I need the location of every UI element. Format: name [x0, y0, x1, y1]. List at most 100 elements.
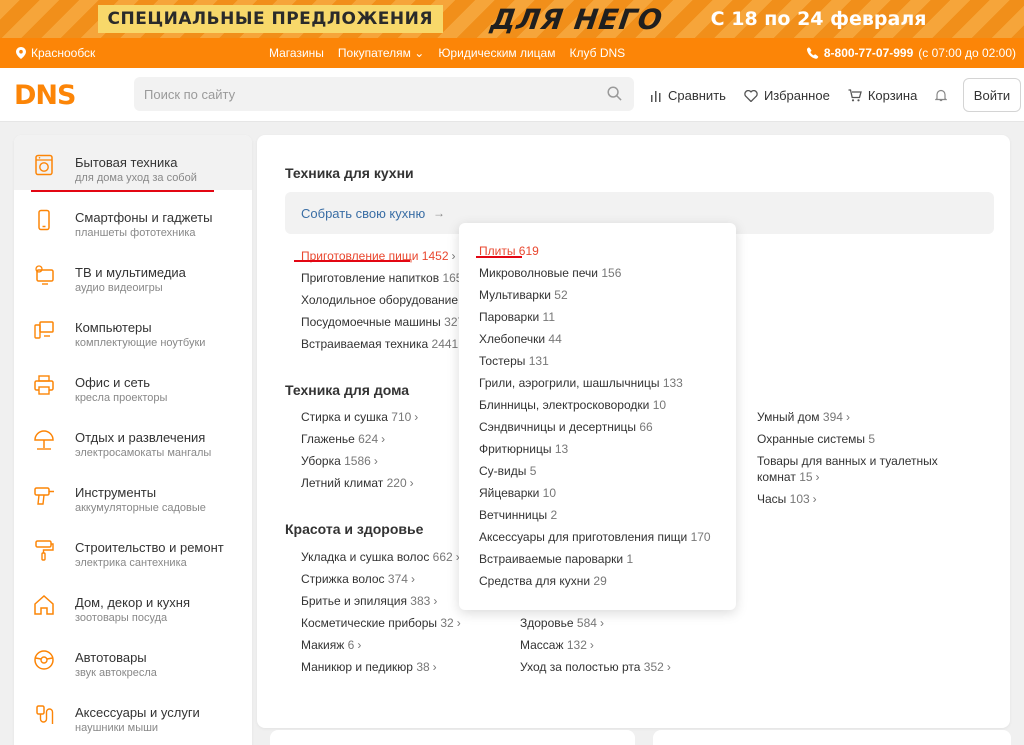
link-cosmetic[interactable]: Косметические приборы 32 › — [301, 616, 461, 630]
smartphone-icon — [38, 209, 50, 231]
sidebar-item-leisure[interactable]: Отдых и развлечения электросамокаты манг… — [14, 410, 252, 465]
sidebar-item-sub: комплектующие ноутбуки — [75, 337, 206, 349]
sidebar-item-smartphones[interactable]: Смартфоны и гаджеты планшеты фототехника — [14, 190, 252, 245]
category-sidebar: Бытовая техника для дома уход за собой С… — [14, 135, 252, 745]
link-watches[interactable]: Часы 103 › — [757, 492, 817, 506]
submenu-label: Средства для кухни — [479, 574, 591, 588]
link-smart-home[interactable]: Умный дом 394 › — [757, 410, 850, 424]
sidebar-item-computers[interactable]: Компьютеры комплектующие ноутбуки — [14, 300, 252, 355]
promo-banner[interactable]: СПЕЦИАЛЬНЫЕ ПРЕДЛОЖЕНИЯ ДЛЯ НЕГО С 18 по… — [0, 0, 1024, 38]
sidebar-item-sub: зоотовары посуда — [75, 612, 168, 624]
link-label: Бритье и эпиляция — [301, 594, 407, 608]
submenu-label: Блинницы, электросковородки — [479, 398, 650, 412]
submenu-item[interactable]: Пароварки 11 — [479, 310, 555, 324]
promo-center-text: ДЛЯ НЕГО — [488, 2, 665, 36]
submenu-count: 52 — [554, 288, 568, 302]
link-count: 220 — [386, 476, 407, 490]
compare-button[interactable]: Сравнить — [650, 88, 726, 103]
submenu-item[interactable]: Су-виды 5 — [479, 464, 536, 478]
link-label: комнат — [757, 470, 796, 484]
search-box — [134, 77, 634, 111]
sidebar-item-office[interactable]: Офис и сеть кресла проекторы — [14, 355, 252, 410]
link-shaving[interactable]: Бритье и эпиляция 383 › — [301, 594, 437, 608]
submenu-item[interactable]: Ветчинницы 2 — [479, 508, 557, 522]
build-kitchen-label: Собрать свою кухню — [301, 206, 426, 221]
city-selector[interactable]: Краснообск — [16, 46, 95, 60]
nav-club[interactable]: Клуб DNS — [569, 46, 625, 60]
link-builtin[interactable]: Встраиваемая техника 2441 — [301, 337, 458, 351]
house-icon — [34, 594, 54, 615]
link-hair-styling[interactable]: Укладка и сушка волос 662 › — [301, 550, 460, 564]
sidebar-item-appliances[interactable]: Бытовая техника для дома уход за собой — [14, 135, 252, 190]
sidebar-item-tv[interactable]: ТВ и мультимедиа аудио видеоигры — [14, 245, 252, 300]
sidebar-item-label: Офис и сеть — [75, 375, 151, 390]
submenu-item[interactable]: Грили, аэрогрили, шашлычницы 133 — [479, 376, 683, 390]
login-button[interactable]: Войти — [963, 78, 1021, 112]
link-cleaning[interactable]: Уборка 1586 › — [301, 454, 378, 468]
link-manicure[interactable]: Маникюр и педикюр 38 › — [301, 660, 437, 674]
link-haircut[interactable]: Стрижка волос 374 › — [301, 572, 415, 586]
phone-contact[interactable]: 8-800-77-07-999 (с 07:00 до 02:00) — [806, 46, 1016, 60]
link-label: Встраиваемая техника — [301, 337, 429, 351]
link-count: 6 — [347, 638, 355, 652]
notifications-button[interactable] — [935, 89, 948, 102]
submenu-item[interactable]: Средства для кухни 29 — [479, 574, 607, 588]
link-climate[interactable]: Летний климат 220 › — [301, 476, 414, 490]
submenu-count: 131 — [528, 354, 549, 368]
cart-label: Корзина — [867, 88, 918, 103]
link-bathroom-cont[interactable]: комнат 15 › — [757, 470, 820, 484]
sidebar-item-tools[interactable]: Инструменты аккумуляторные садовые — [14, 465, 252, 520]
submenu-item[interactable]: Хлебопечки 44 — [479, 332, 562, 346]
link-makeup[interactable]: Макияж 6 › — [301, 638, 361, 652]
nav-customers[interactable]: Покупателям ⌄ — [338, 46, 424, 60]
sidebar-item-accessories[interactable]: Аксессуары и услуги наушники мыши — [14, 685, 252, 740]
search-input[interactable] — [134, 77, 634, 111]
submenu-item[interactable]: Аксессуары для приготовления пищи 170 — [479, 530, 711, 544]
link-drinks[interactable]: Приготовление напитков 1653 — [301, 271, 469, 285]
link-label: Холодильное оборудование — [301, 293, 459, 307]
lower-card — [270, 730, 635, 745]
nav-legal[interactable]: Юридическим лицам — [438, 46, 555, 60]
chevron-down-icon: ⌄ — [414, 46, 425, 60]
link-label: Часы — [757, 492, 787, 506]
annotation-underline — [31, 190, 214, 192]
link-health[interactable]: Здоровье 584 › — [520, 616, 604, 630]
submenu-label: Ветчинницы — [479, 508, 548, 522]
link-label: Стирка и сушка — [301, 410, 388, 424]
dns-logo[interactable]: DNS — [14, 80, 76, 111]
sidebar-item-label: ТВ и мультимедиа — [75, 265, 186, 280]
submenu-label: Хлебопечки — [479, 332, 546, 346]
submenu-label: Сэндвичницы и десертницы — [479, 420, 637, 434]
sidebar-item-label: Автотовары — [75, 650, 147, 665]
submenu-count: 156 — [601, 266, 622, 280]
cart-button[interactable]: Корзина — [848, 88, 918, 103]
submenu-item[interactable]: Фритюрницы 13 — [479, 442, 568, 456]
chevron-right-icon: › — [432, 660, 437, 674]
submenu-item[interactable]: Встраиваемые пароварки 1 — [479, 552, 633, 566]
search-icon[interactable] — [607, 86, 622, 101]
link-ironing[interactable]: Глаженье 624 › — [301, 432, 385, 446]
sidebar-item-auto[interactable]: Автотовары звук автокресла — [14, 630, 252, 685]
link-label: Приготовление напитков — [301, 271, 440, 285]
submenu-item[interactable]: Микроволновые печи 156 — [479, 266, 621, 280]
link-security[interactable]: Охранные системы 5 — [757, 432, 875, 446]
chevron-right-icon: › — [845, 410, 850, 424]
link-washing[interactable]: Стирка и сушка 710 › — [301, 410, 418, 424]
compare-icon — [651, 90, 661, 102]
nav-customers-label: Покупателям — [337, 46, 411, 60]
submenu-item[interactable]: Тостеры 131 — [479, 354, 549, 368]
submenu-item[interactable]: Мультиварки 52 — [479, 288, 568, 302]
link-massage[interactable]: Массаж 132 › — [520, 638, 594, 652]
link-bathroom[interactable]: Товары для ванных и туалетных — [757, 454, 938, 468]
chevron-right-icon: › — [666, 660, 671, 674]
sidebar-item-construction[interactable]: Строительство и ремонт электрика сантехн… — [14, 520, 252, 575]
link-oral-care[interactable]: Уход за полостью рта 352 › — [520, 660, 671, 674]
favorites-button[interactable]: Избранное — [744, 88, 830, 103]
link-dishwashers[interactable]: Посудомоечные машины 327 — [301, 315, 464, 329]
sidebar-item-home[interactable]: Дом, декор и кухня зоотовары посуда — [14, 575, 252, 630]
nav-stores[interactable]: Магазины — [269, 46, 324, 60]
submenu-item[interactable]: Сэндвичницы и десертницы 66 — [479, 420, 653, 434]
submenu-item[interactable]: Яйцеварки 10 — [479, 486, 556, 500]
submenu-item[interactable]: Блинницы, электросковородки 10 — [479, 398, 666, 412]
link-fridges[interactable]: Холодильное оборудование 1 — [301, 293, 468, 307]
